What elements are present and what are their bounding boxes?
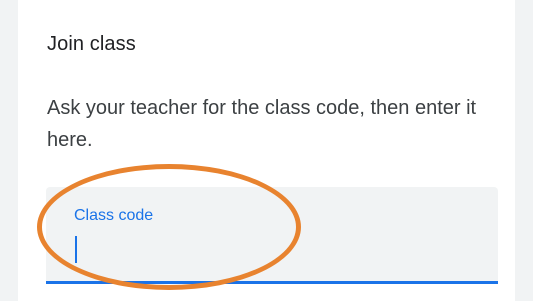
join-class-card: Join class Ask your teacher for the clas…: [18, 0, 515, 301]
class-code-field[interactable]: Class code: [46, 187, 498, 284]
page: Join class Ask your teacher for the clas…: [0, 0, 533, 301]
card-title: Join class: [47, 33, 136, 55]
card-description: Ask your teacher for the class code, the…: [47, 97, 477, 151]
text-caret: [75, 236, 77, 263]
field-underline: [46, 281, 498, 284]
class-code-label: Class code: [74, 207, 154, 224]
